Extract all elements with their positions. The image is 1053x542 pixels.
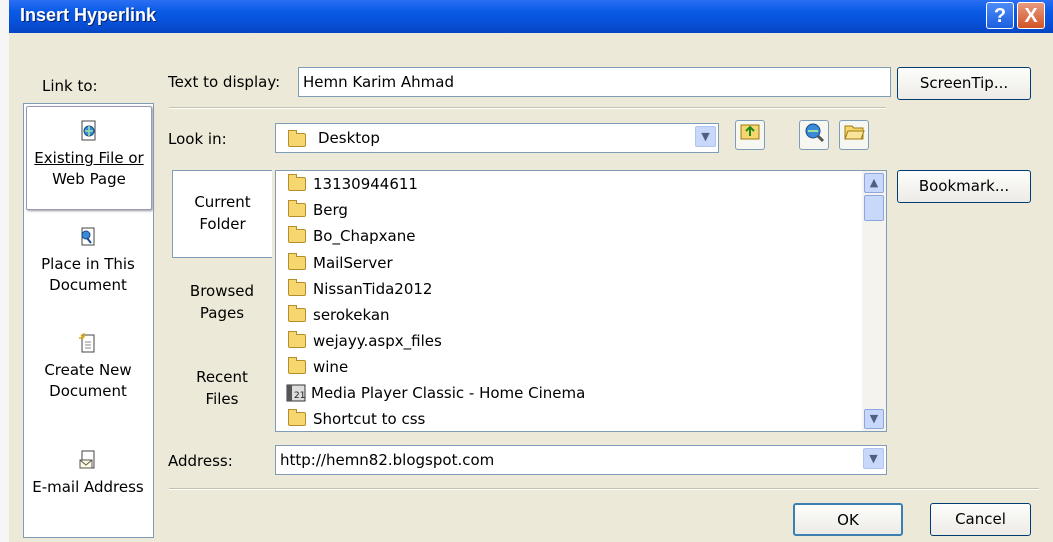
insert-hyperlink-dialog: Insert Hyperlink ? X Link to: Existing F… xyxy=(9,0,1053,542)
chevron-down-icon[interactable]: ▼ xyxy=(695,126,716,147)
look-in-value: Desktop xyxy=(318,129,380,147)
file-name: wejayy.aspx_files xyxy=(313,332,442,350)
look-in-dropdown[interactable]: Desktop ▼ xyxy=(275,123,719,153)
link-existing-line2: Web Page xyxy=(52,170,126,188)
folder-icon xyxy=(288,305,306,322)
file-web-icon xyxy=(81,120,96,141)
text-to-display-field[interactable]: Hemn Karim Ahmad xyxy=(298,67,891,97)
list-item[interactable]: Bo_Chapxane xyxy=(276,224,415,248)
tab-current-folder[interactable]: Current Folder xyxy=(172,170,272,258)
tab-recent-line2: Files xyxy=(205,390,239,408)
file-name: NissanTida2012 xyxy=(313,280,433,298)
help-button[interactable]: ? xyxy=(986,2,1014,29)
separator-top xyxy=(169,107,886,109)
list-item[interactable]: Shortcut to css xyxy=(276,407,425,431)
tab-recent-files[interactable]: Recent Files xyxy=(172,366,272,416)
folder-up-icon xyxy=(740,124,760,140)
file-name: MailServer xyxy=(313,254,393,272)
address-label: Address: xyxy=(168,452,233,470)
file-name: wine xyxy=(313,358,349,376)
list-item[interactable]: 21 Media Player Classic - Home Cinema xyxy=(276,381,585,405)
file-list-scrollbar[interactable]: ▲ ▼ xyxy=(862,171,886,431)
tab-browsed-line1: Browsed xyxy=(189,282,255,300)
scroll-down-icon[interactable]: ▼ xyxy=(864,409,884,429)
address-field[interactable]: http://hemn82.blogspot.com ▼ xyxy=(275,445,887,475)
link-email-line1: E-mail Address xyxy=(32,478,144,496)
shortcut-folder-icon xyxy=(288,409,306,426)
folder-icon xyxy=(288,357,306,374)
browse-file-button[interactable] xyxy=(839,120,869,150)
link-existing-file-or-web-page[interactable]: Existing File or Web Page xyxy=(26,106,152,210)
file-name: Shortcut to css xyxy=(313,410,426,428)
link-email-address[interactable]: E-mail Address xyxy=(26,449,150,509)
svg-text:21: 21 xyxy=(294,391,305,401)
cancel-button[interactable]: Cancel xyxy=(930,503,1031,536)
media-player-icon: 21 xyxy=(286,384,306,402)
open-folder-icon xyxy=(844,125,865,140)
view-tabs: Current Folder Browsed Pages Recent File… xyxy=(172,170,273,432)
screentip-button[interactable]: ScreenTip... xyxy=(897,67,1031,100)
browse-web-icon xyxy=(805,123,825,143)
bookmark-button[interactable]: Bookmark... xyxy=(897,170,1031,203)
folder-icon xyxy=(288,130,306,147)
list-item[interactable]: wejayy.aspx_files xyxy=(276,329,442,353)
new-document-icon xyxy=(79,333,95,353)
file-list[interactable]: 13130944611 Berg Bo_Chapxane MailServer … xyxy=(275,170,887,432)
email-icon xyxy=(79,450,95,469)
link-existing-line1: Existing File or xyxy=(34,149,144,167)
close-button[interactable]: X xyxy=(1017,2,1045,29)
folder-icon xyxy=(288,253,306,270)
scroll-up-icon[interactable]: ▲ xyxy=(864,173,884,193)
scroll-thumb[interactable] xyxy=(864,195,884,221)
look-in-label: Look in: xyxy=(168,130,227,148)
file-name: Bo_Chapxane xyxy=(313,227,416,245)
link-create-new-document[interactable]: Create New Document xyxy=(26,332,150,412)
folder-icon xyxy=(288,174,306,191)
dialog-title: Insert Hyperlink xyxy=(20,5,157,25)
link-place-in-this-document[interactable]: Place in This Document xyxy=(26,226,150,306)
tab-current-line2: Folder xyxy=(199,215,246,233)
list-item[interactable]: NissanTida2012 xyxy=(276,277,432,301)
chevron-down-icon[interactable]: ▼ xyxy=(863,448,884,469)
up-one-folder-button[interactable] xyxy=(735,120,765,150)
folder-icon xyxy=(288,331,306,348)
list-item[interactable]: serokekan xyxy=(276,303,390,327)
link-create-line1: Create New xyxy=(44,361,132,379)
file-name: serokekan xyxy=(313,306,390,324)
folder-icon xyxy=(288,279,306,296)
tab-browsed-pages[interactable]: Browsed Pages xyxy=(172,280,272,330)
list-item[interactable]: 13130944611 xyxy=(276,172,418,196)
tab-current-line1: Current xyxy=(194,193,251,211)
link-to-panel: Existing File or Web Page Place in This … xyxy=(23,103,154,538)
address-value: http://hemn82.blogspot.com xyxy=(280,451,495,469)
file-name: 13130944611 xyxy=(313,175,418,193)
text-to-display-label: Text to display: xyxy=(168,73,281,91)
file-name: Berg xyxy=(313,201,348,219)
browse-web-button[interactable] xyxy=(799,120,829,150)
ok-button[interactable]: OK xyxy=(793,503,903,536)
separator-bottom xyxy=(169,488,1039,490)
document-place-icon xyxy=(81,227,95,246)
folder-icon xyxy=(288,226,306,243)
list-item[interactable]: wine xyxy=(276,355,348,379)
title-bar[interactable]: Insert Hyperlink ? X xyxy=(9,0,1053,33)
list-item[interactable]: Berg xyxy=(276,198,348,222)
file-name: Media Player Classic - Home Cinema xyxy=(311,384,586,402)
link-place-line1: Place in This xyxy=(41,255,135,273)
background-window-edge xyxy=(0,0,9,542)
tab-recent-line1: Recent xyxy=(196,368,248,386)
text-to-display-value: Hemn Karim Ahmad xyxy=(303,73,454,91)
link-create-line2: Document xyxy=(49,382,127,400)
list-item[interactable]: MailServer xyxy=(276,251,393,275)
tab-browsed-line2: Pages xyxy=(199,304,245,322)
link-to-label: Link to: xyxy=(42,77,98,95)
folder-icon xyxy=(288,200,306,217)
link-place-line2: Document xyxy=(49,276,127,294)
